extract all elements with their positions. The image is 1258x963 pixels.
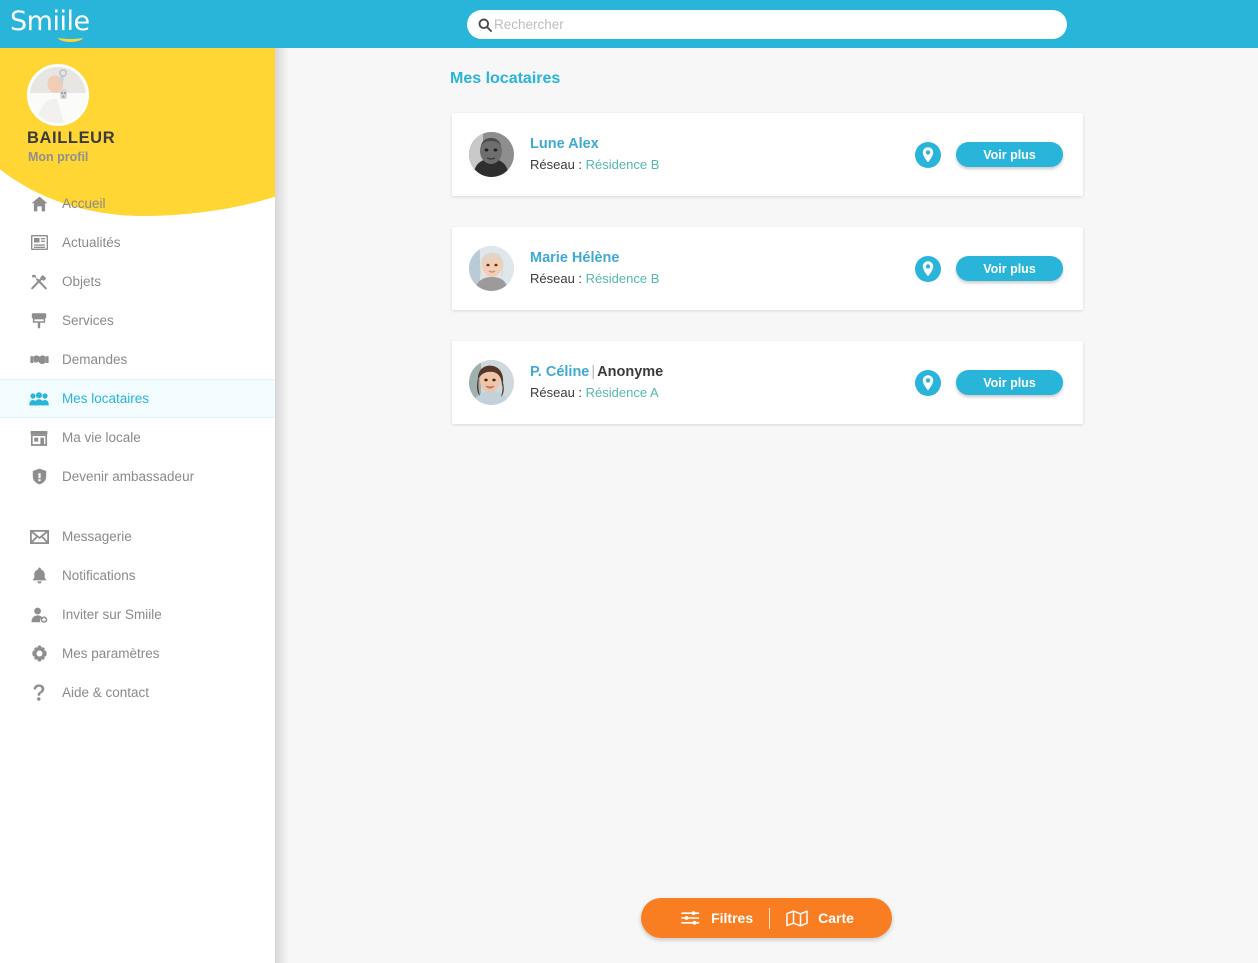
sidebar-item-objets[interactable]: Objets [0, 262, 275, 301]
search-input[interactable] [492, 11, 1067, 38]
tenant-info: Marie Hélène Réseau : Résidence B [530, 249, 914, 288]
sidebar-item-devenir-ambassadeur[interactable]: Devenir ambassadeur [0, 457, 275, 496]
view-more-button[interactable]: Voir plus [956, 256, 1063, 281]
tools-icon [28, 272, 50, 292]
sidebar-profile[interactable]: BAILLEUR Mon profil [0, 48, 275, 170]
tenant-network: Réseau : Résidence B [530, 269, 914, 288]
newspaper-icon [28, 233, 50, 253]
avatar [469, 246, 514, 291]
map-icon [786, 908, 808, 928]
sidebar-nav: Accueil Actualités Objets Services Deman… [0, 184, 275, 712]
sidebar-item-messagerie[interactable]: Messagerie [0, 517, 275, 556]
search-bar[interactable] [467, 10, 1067, 39]
paintbrush-icon [28, 311, 50, 331]
tenant-avatar-photo-2 [469, 246, 514, 291]
sidebar-item-notifications[interactable]: Notifications [0, 556, 275, 595]
sidebar-item-mes-locataires[interactable]: Mes locataires [0, 379, 275, 418]
profile-name: BAILLEUR [27, 129, 116, 147]
network-label: Réseau : [530, 271, 583, 286]
tenant-name: Lune Alex [530, 135, 914, 154]
sidebar: BAILLEUR Mon profil Accueil Actualités O… [0, 48, 275, 963]
home-icon [28, 194, 50, 214]
avatar [469, 360, 514, 405]
tenant-name: P. Céline | Anonyme [530, 363, 914, 382]
envelope-icon [28, 527, 50, 547]
profile-avatar-keys-photo [30, 67, 86, 123]
avatar [469, 132, 514, 177]
search-icon [478, 18, 492, 32]
sidebar-item-label: Mes locataires [62, 391, 150, 406]
sidebar-item-label: Notifications [62, 568, 136, 583]
sidebar-item-mes-parametres[interactable]: Mes paramètres [0, 634, 275, 673]
sidebar-item-label: Actualités [62, 235, 121, 250]
shop-icon [28, 428, 50, 448]
tenant-name-text: Lune Alex [530, 136, 599, 152]
network-value: Résidence A [585, 385, 659, 400]
map-pin-icon[interactable] [914, 255, 942, 283]
floating-action-bar: Filtres Carte [641, 898, 892, 938]
tenant-info: P. Céline | Anonyme Réseau : Résidence A [530, 363, 914, 402]
fab-divider [769, 907, 771, 929]
bell-icon [28, 566, 50, 586]
filters-button[interactable]: Filtres [679, 908, 753, 928]
tenant-name: Marie Hélène [530, 249, 914, 268]
map-button[interactable]: Carte [786, 908, 854, 928]
view-more-button[interactable]: Voir plus [956, 142, 1063, 167]
sidebar-divider-gap [0, 496, 275, 517]
sliders-icon [679, 908, 701, 928]
user-add-icon [28, 605, 50, 625]
network-value: Résidence B [585, 157, 660, 172]
sidebar-item-label: Devenir ambassadeur [62, 469, 195, 484]
sidebar-item-services[interactable]: Services [0, 301, 275, 340]
anonymous-badge: Anonyme [597, 364, 664, 380]
tenant-list: Lune Alex Réseau : Résidence B Voir plus [452, 113, 1083, 455]
sidebar-item-label: Messagerie [62, 529, 132, 544]
sidebar-item-label: Aide & contact [62, 685, 150, 700]
top-bar: Smiile [0, 0, 1258, 48]
tenant-name-text: Marie Hélène [530, 250, 620, 266]
tenant-network: Réseau : Résidence A [530, 383, 914, 402]
shield-icon [28, 467, 50, 487]
sidebar-item-aide-contact[interactable]: Aide & contact [0, 673, 275, 712]
view-more-button[interactable]: Voir plus [956, 370, 1063, 395]
page-title: Mes locataires [450, 70, 561, 87]
sidebar-item-accueil[interactable]: Accueil [0, 184, 275, 223]
sidebar-item-demandes[interactable]: Demandes [0, 340, 275, 379]
map-pin-icon[interactable] [914, 141, 942, 169]
table-row[interactable]: Marie Hélène Réseau : Résidence B Voir p… [452, 227, 1083, 310]
profile-avatar[interactable] [27, 64, 89, 126]
main-content: Mes locataires Lune Alex Réseau: Réside… [275, 48, 1258, 963]
network-label: Réseau : [530, 157, 583, 172]
name-separator: | [591, 364, 596, 380]
map-pin-icon[interactable] [914, 369, 942, 397]
sidebar-item-ma-vie-locale[interactable]: Ma vie locale [0, 418, 275, 457]
smiile-logo[interactable]: Smiile [10, 7, 102, 42]
tenant-name-text: P. Céline [530, 364, 590, 380]
profile-subtitle: Mon profil [28, 150, 89, 164]
tenant-avatar-photo-1 [469, 132, 514, 177]
filters-label: Filtres [711, 910, 754, 926]
network-label: Réseau : [530, 385, 583, 400]
sidebar-item-label: Objets [62, 274, 102, 289]
question-mark-icon [28, 683, 50, 703]
gear-icon [28, 644, 50, 664]
sidebar-item-label: Accueil [62, 196, 106, 211]
sidebar-item-actualites[interactable]: Actualités [0, 223, 275, 262]
sidebar-item-inviter-sur-smiile[interactable]: Inviter sur Smiile [0, 595, 275, 634]
sidebar-item-label: Demandes [62, 352, 128, 367]
sidebar-item-label: Mes paramètres [62, 646, 160, 661]
users-icon [28, 389, 50, 409]
map-label: Carte [818, 910, 854, 926]
sidebar-item-label: Ma vie locale [62, 430, 141, 445]
sidebar-item-label: Services [62, 313, 114, 328]
smile-curve-icon [58, 33, 83, 42]
table-row[interactable]: Lune Alex Réseau : Résidence B Voir plus [452, 113, 1083, 196]
table-row[interactable]: P. Céline | Anonyme Réseau : Résidence A V… [452, 341, 1083, 424]
network-value: Résidence B [585, 271, 660, 286]
tenant-network: Réseau : Résidence B [530, 155, 914, 174]
tenant-avatar-photo-3 [469, 360, 514, 405]
sidebar-item-label: Inviter sur Smiile [62, 607, 162, 622]
tenant-info: Lune Alex Réseau : Résidence B [530, 135, 914, 174]
handshake-icon [28, 350, 50, 370]
